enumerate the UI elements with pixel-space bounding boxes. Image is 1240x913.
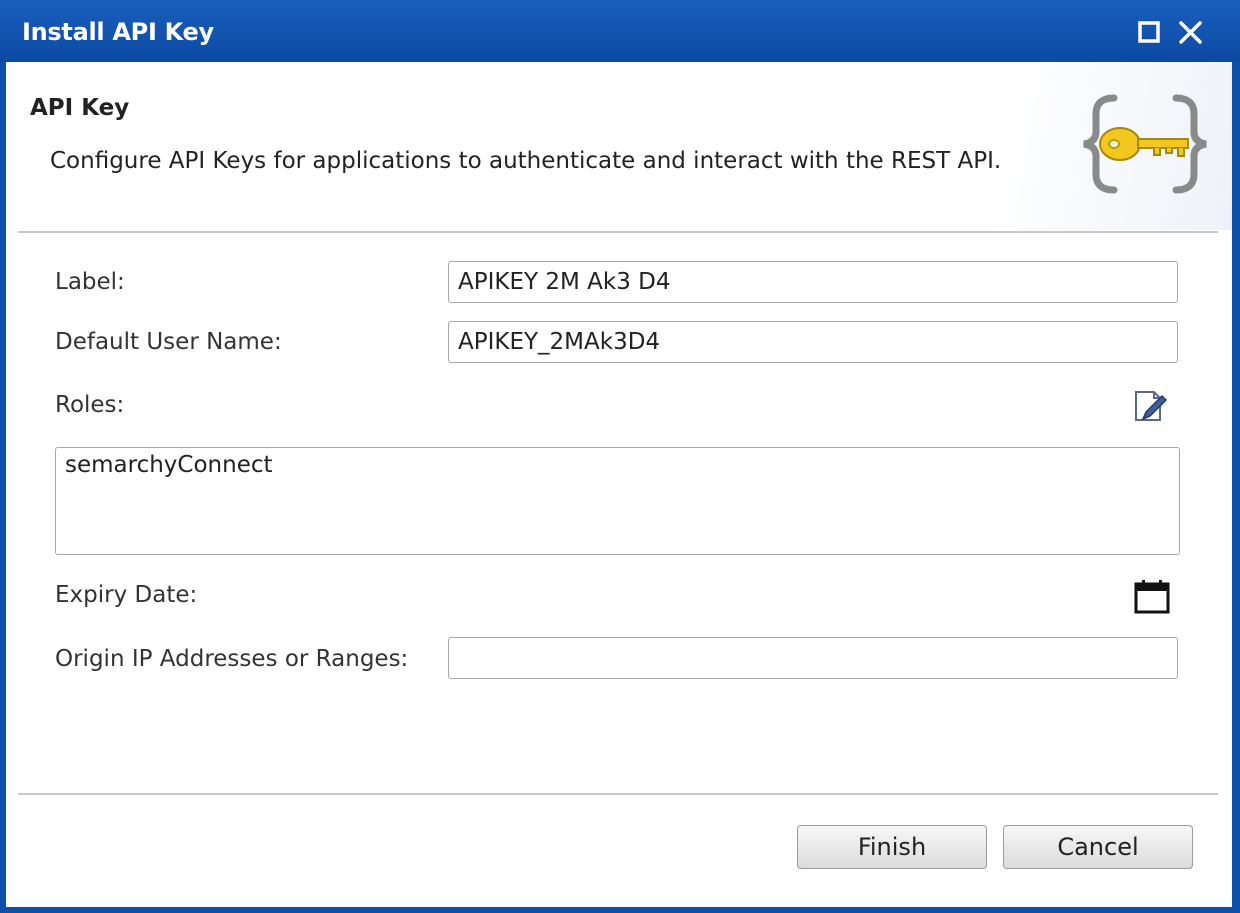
dialog-content: API Key Configure API Keys for applicati… [6, 62, 1232, 907]
edit-icon[interactable] [1132, 388, 1168, 428]
roles-list[interactable]: semarchyConnect [55, 447, 1180, 555]
origin-ip-input[interactable] [448, 637, 1178, 679]
api-key-icon [1076, 92, 1211, 197]
default-user-name-label: Default User Name: [55, 329, 282, 355]
title-bar[interactable]: Install API Key [0, 0, 1240, 62]
cancel-button[interactable]: Cancel [1003, 825, 1193, 869]
expiry-date-label: Expiry Date: [55, 582, 198, 608]
section-title: API Key [30, 95, 130, 121]
install-api-key-dialog: Install API Key API Key Configure API Ke… [0, 0, 1240, 913]
close-icon[interactable] [1178, 20, 1204, 46]
maximize-icon[interactable] [1137, 20, 1163, 46]
finish-button[interactable]: Finish [797, 825, 987, 869]
label-field-label: Label: [55, 269, 125, 295]
footer-divider [18, 793, 1218, 795]
roles-label: Roles: [55, 392, 125, 418]
wizard-header: API Key Configure API Keys for applicati… [6, 62, 1232, 230]
origin-ip-label: Origin IP Addresses or Ranges: [55, 646, 409, 672]
default-user-name-input[interactable]: APIKEY_2MAk3D4 [448, 321, 1178, 363]
section-description: Configure API Keys for applications to a… [50, 148, 1002, 174]
dialog-title: Install API Key [22, 18, 214, 46]
label-input[interactable]: APIKEY 2M Ak3 D4 [448, 261, 1178, 303]
header-divider [18, 231, 1218, 233]
calendar-icon[interactable] [1134, 578, 1172, 620]
role-item[interactable]: semarchyConnect [65, 452, 273, 478]
